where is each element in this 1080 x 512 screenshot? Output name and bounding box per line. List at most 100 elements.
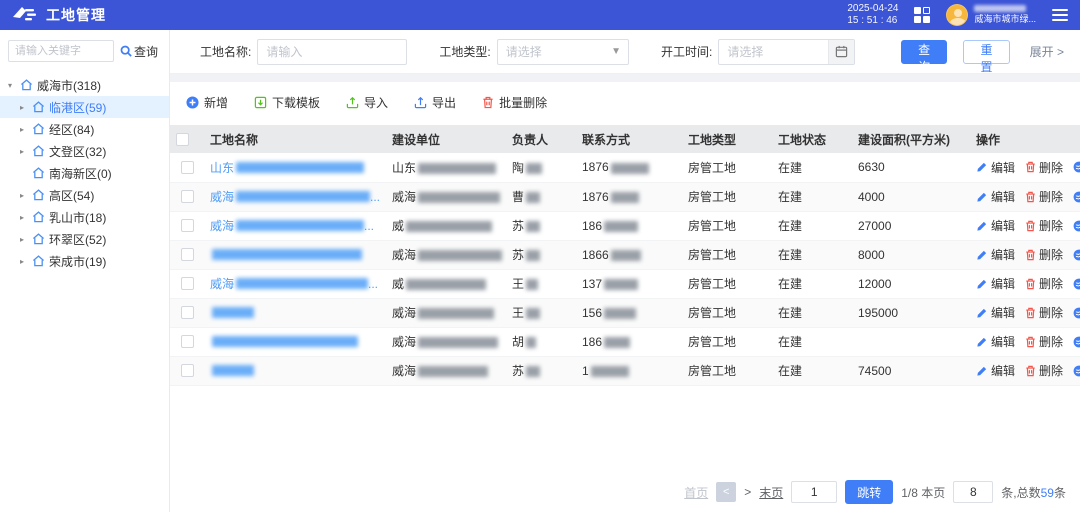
row-action-delete[interactable]: 删除 bbox=[1025, 333, 1063, 350]
site-name-link[interactable] bbox=[210, 249, 380, 260]
row-checkbox[interactable] bbox=[181, 364, 194, 377]
select-all-checkbox[interactable] bbox=[176, 133, 189, 146]
site-name-input[interactable] bbox=[257, 39, 407, 65]
row-action-dust[interactable]: 扬尘 bbox=[1073, 246, 1080, 263]
area-cell bbox=[852, 327, 970, 356]
row-action-edit[interactable]: 编辑 bbox=[976, 217, 1015, 234]
row-action-delete[interactable]: 删除 bbox=[1025, 188, 1063, 205]
site-name-link[interactable] bbox=[210, 307, 380, 318]
tree-root-weihai[interactable]: ▾ 威海市(318) bbox=[0, 74, 169, 96]
row-checkbox[interactable] bbox=[181, 335, 194, 348]
region-tree: ▾ 威海市(318) ▸ 临港区(59)▸ 经区(84)▸ 文登区(32) 南海… bbox=[0, 72, 169, 274]
site-name-link[interactable]: 威海... bbox=[210, 217, 380, 234]
tree-item-5[interactable]: ▸ 乳山市(18) bbox=[0, 206, 169, 228]
toolbar-button-3[interactable]: 导出 bbox=[414, 94, 456, 111]
avatar[interactable] bbox=[946, 4, 968, 26]
home-icon bbox=[32, 101, 45, 113]
row-action-dust[interactable]: 扬尘 bbox=[1073, 217, 1080, 234]
dust-icon bbox=[1073, 161, 1080, 173]
caret-right-icon[interactable]: ▸ bbox=[20, 235, 28, 244]
delete-icon bbox=[1025, 336, 1036, 348]
row-checkbox[interactable] bbox=[181, 190, 194, 203]
last-page-link[interactable]: 末页 bbox=[759, 484, 783, 501]
row-checkbox[interactable] bbox=[181, 306, 194, 319]
caret-right-icon[interactable]: ▸ bbox=[20, 191, 28, 200]
row-action-dust[interactable]: 扬尘 bbox=[1073, 333, 1080, 350]
redacted-text bbox=[236, 220, 364, 231]
user-profile[interactable]: 威海市城市绿... bbox=[946, 4, 1036, 26]
area-cell: 4000 bbox=[852, 182, 970, 211]
caret-right-icon[interactable]: ▸ bbox=[20, 125, 28, 134]
site-name-link[interactable] bbox=[210, 336, 380, 347]
next-page-button[interactable]: > bbox=[744, 485, 751, 499]
redacted-text bbox=[418, 192, 500, 203]
row-action-edit[interactable]: 编辑 bbox=[976, 159, 1015, 176]
toolbar-button-4[interactable]: 批量删除 bbox=[482, 94, 547, 111]
page-info: 1/8 本页 bbox=[901, 484, 945, 501]
calendar-icon[interactable] bbox=[828, 40, 854, 64]
tree-item-0[interactable]: ▸ 临港区(59) bbox=[0, 96, 169, 118]
tree-item-7[interactable]: ▸ 荣成市(19) bbox=[0, 250, 169, 272]
keyword-search-input[interactable] bbox=[8, 40, 114, 62]
site-type-select[interactable]: 请选择 ▼ bbox=[497, 39, 629, 65]
delete-icon bbox=[1025, 220, 1036, 232]
row-action-edit[interactable]: 编辑 bbox=[976, 275, 1015, 292]
redacted-text bbox=[591, 366, 629, 377]
tree-item-3[interactable]: 南海新区(0) bbox=[0, 162, 169, 184]
table-row: 威海苏1866房管工地在建8000编辑删除扬尘 bbox=[170, 240, 1080, 269]
toolbar-button-0[interactable]: 新增 bbox=[186, 94, 228, 111]
row-action-edit[interactable]: 编辑 bbox=[976, 362, 1015, 379]
site-name-link[interactable]: 威海... bbox=[210, 275, 380, 292]
row-checkbox[interactable] bbox=[181, 248, 194, 261]
tree-item-4[interactable]: ▸ 高区(54) bbox=[0, 184, 169, 206]
row-action-dust[interactable]: 扬尘 bbox=[1073, 362, 1080, 379]
start-date-picker[interactable]: 请选择 bbox=[718, 39, 855, 65]
row-action-delete[interactable]: 删除 bbox=[1025, 275, 1063, 292]
export-icon bbox=[414, 96, 427, 109]
first-page-link[interactable]: 首页 bbox=[684, 484, 708, 501]
row-action-delete[interactable]: 删除 bbox=[1025, 246, 1063, 263]
caret-down-icon[interactable]: ▾ bbox=[8, 81, 16, 90]
caret-right-icon[interactable]: ▸ bbox=[20, 257, 28, 266]
site-name-link[interactable]: 山东 bbox=[210, 159, 380, 176]
row-action-dust[interactable]: 扬尘 bbox=[1073, 275, 1080, 292]
row-action-dust[interactable]: 扬尘 bbox=[1073, 159, 1080, 176]
site-name-link[interactable]: 威海... bbox=[210, 188, 380, 205]
jump-button[interactable]: 跳转 bbox=[845, 480, 893, 504]
site-name-link[interactable] bbox=[210, 365, 380, 376]
row-action-delete[interactable]: 删除 bbox=[1025, 362, 1063, 379]
tree-item-6[interactable]: ▸ 环翠区(52) bbox=[0, 228, 169, 250]
row-action-delete[interactable]: 删除 bbox=[1025, 159, 1063, 176]
row-action-edit[interactable]: 编辑 bbox=[976, 246, 1015, 263]
sidebar-search-button[interactable]: 查询 bbox=[120, 43, 158, 60]
page-size-input[interactable] bbox=[953, 481, 993, 503]
tree-item-2[interactable]: ▸ 文登区(32) bbox=[0, 140, 169, 162]
tree-item-1[interactable]: ▸ 经区(84) bbox=[0, 118, 169, 140]
menu-icon[interactable] bbox=[1052, 9, 1068, 21]
expand-filters-link[interactable]: 展开 > bbox=[1030, 43, 1064, 60]
prev-page-button[interactable]: < bbox=[716, 482, 736, 502]
toolbar-button-1[interactable]: 下载模板 bbox=[254, 94, 320, 111]
row-checkbox[interactable] bbox=[181, 277, 194, 290]
status-cell: 在建 bbox=[772, 240, 852, 269]
row-action-edit[interactable]: 编辑 bbox=[976, 188, 1015, 205]
row-checkbox[interactable] bbox=[181, 161, 194, 174]
caret-right-icon[interactable]: ▸ bbox=[20, 213, 28, 222]
row-action-edit[interactable]: 编辑 bbox=[976, 333, 1015, 350]
row-action-dust[interactable]: 扬尘 bbox=[1073, 304, 1080, 321]
apps-grid-icon[interactable] bbox=[914, 7, 930, 23]
filter-search-button[interactable]: 查询 bbox=[901, 40, 947, 64]
table-row: 山东山东陶1876房管工地在建6630编辑删除扬尘 bbox=[170, 153, 1080, 182]
delete-icon bbox=[1025, 278, 1036, 290]
caret-right-icon[interactable]: ▸ bbox=[20, 103, 28, 112]
toolbar-button-2[interactable]: 导入 bbox=[346, 94, 388, 111]
filter-reset-button[interactable]: 重置 bbox=[963, 40, 1009, 64]
row-checkbox[interactable] bbox=[181, 219, 194, 232]
row-action-edit[interactable]: 编辑 bbox=[976, 304, 1015, 321]
tree-item-label: 环翠区(52) bbox=[49, 231, 106, 248]
page-number-input[interactable] bbox=[791, 481, 837, 503]
caret-right-icon[interactable]: ▸ bbox=[20, 147, 28, 156]
row-action-dust[interactable]: 扬尘 bbox=[1073, 188, 1080, 205]
row-action-delete[interactable]: 删除 bbox=[1025, 217, 1063, 234]
row-action-delete[interactable]: 删除 bbox=[1025, 304, 1063, 321]
